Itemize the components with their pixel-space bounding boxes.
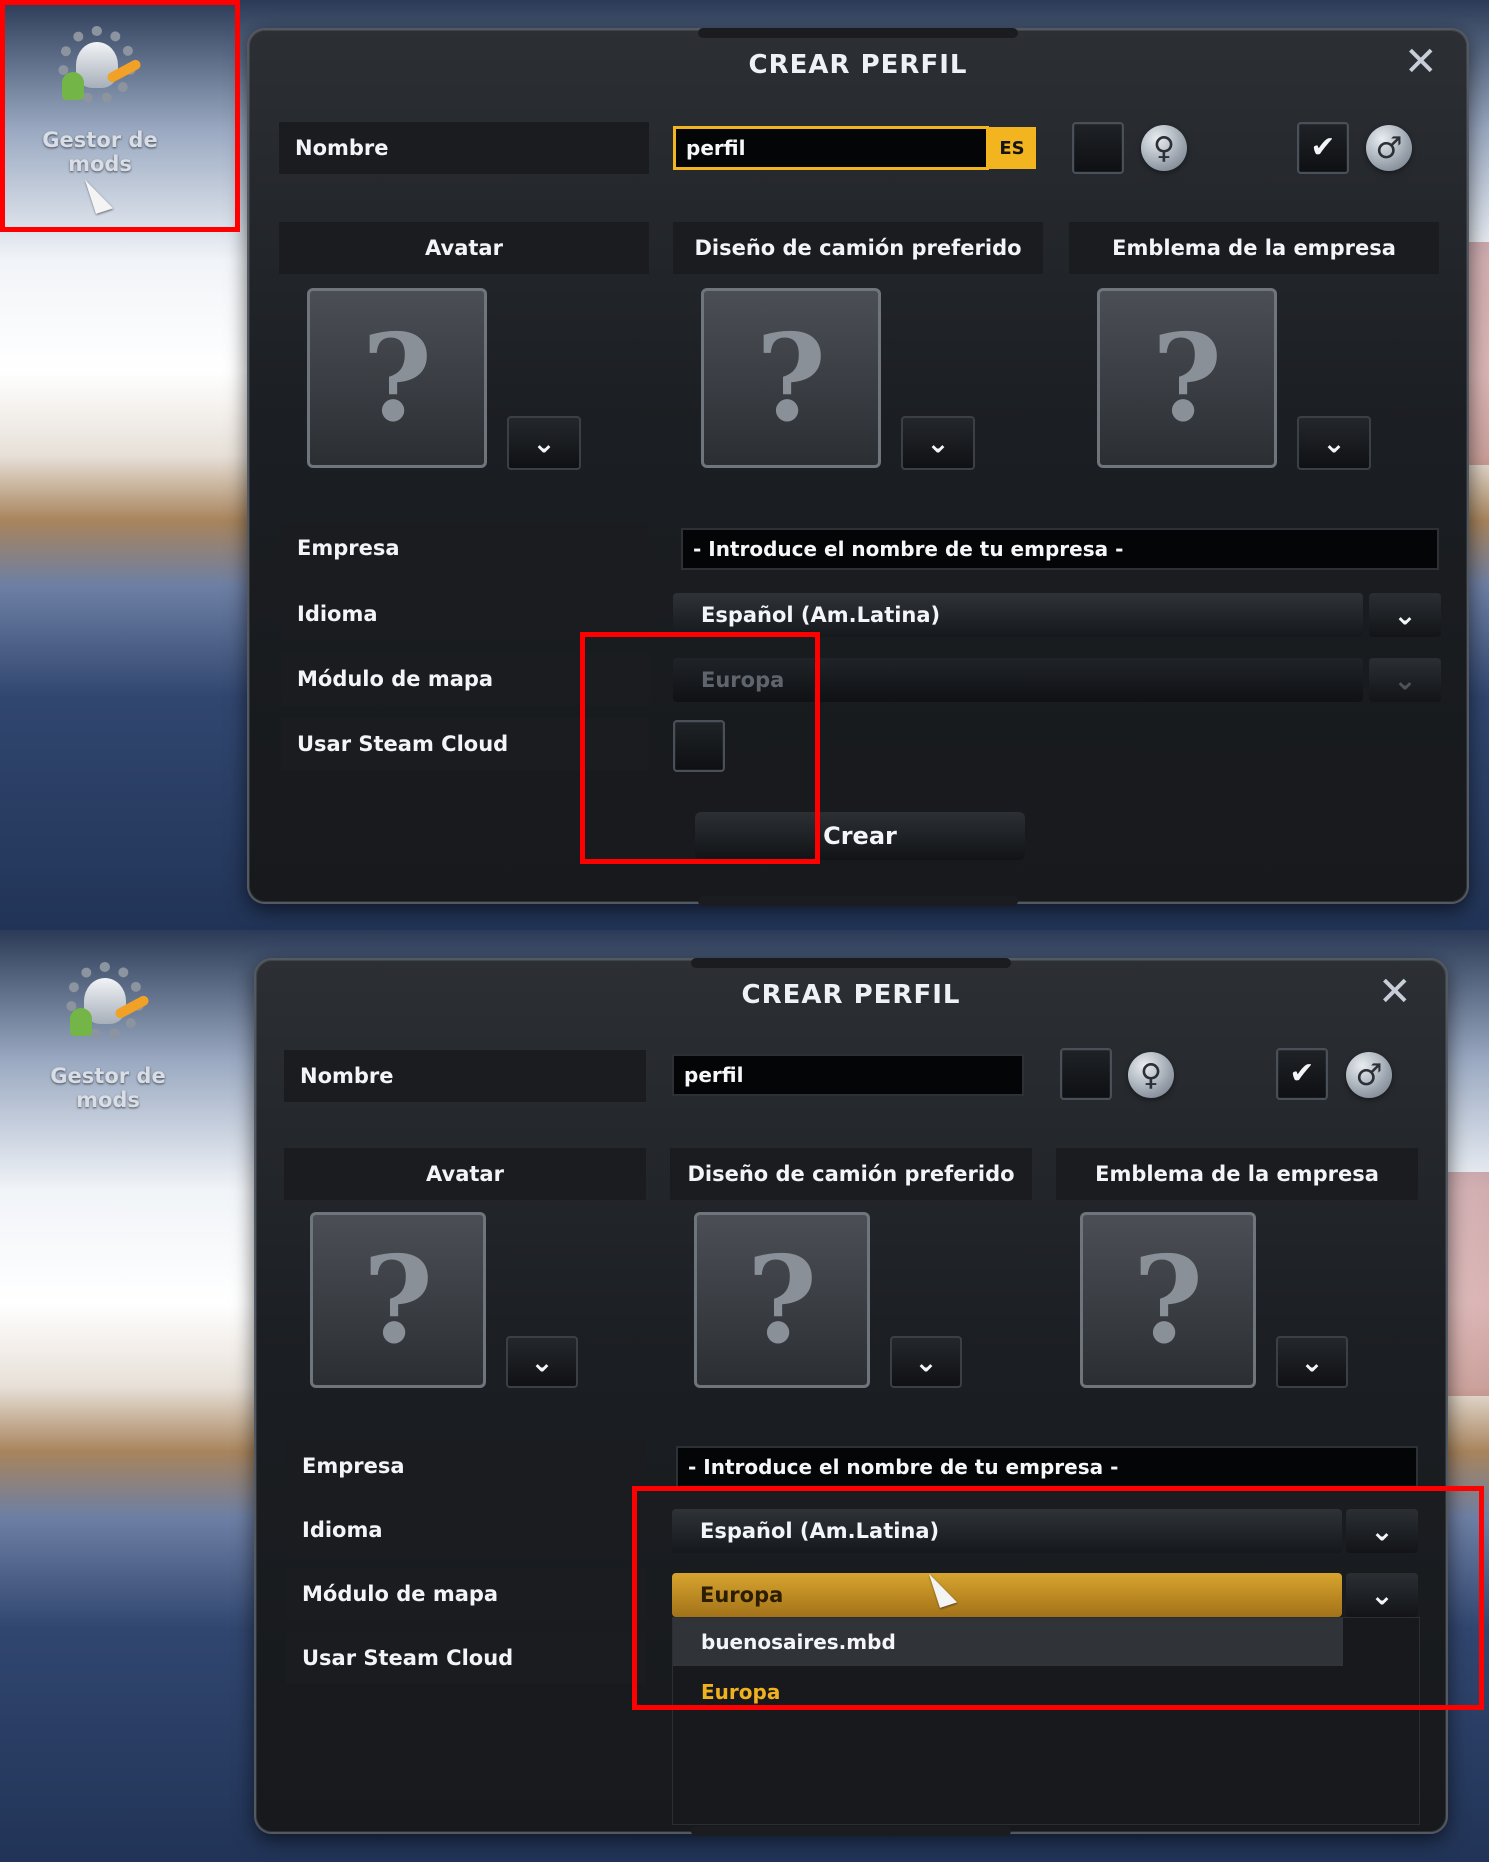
map-module-label: Módulo de mapa [286, 1568, 646, 1620]
create-button[interactable]: Crear [695, 812, 1025, 860]
truck-design-dropdown-button[interactable]: ⌄ [890, 1336, 962, 1388]
avatar-header: Avatar [279, 222, 649, 274]
chevron-down-icon: ⌄ [1370, 1578, 1394, 1612]
map-module-options: buenosaires.mbd Europa [672, 1617, 1420, 1825]
company-emblem-dropdown-button[interactable]: ⌄ [1276, 1336, 1348, 1388]
truck-design-header: Diseño de camión preferido [673, 222, 1043, 274]
male-checkbox[interactable] [1297, 122, 1349, 174]
dialog-bottom-grip [698, 896, 1018, 906]
mod-manager-launcher[interactable]: Gestor de mods [18, 958, 198, 1112]
dialog-title: CREAR PERFIL [741, 980, 961, 1010]
dialog-top-grip [698, 28, 1018, 38]
steam-cloud-label: Usar Steam Cloud [281, 718, 649, 770]
language-badge: ES [988, 127, 1036, 169]
mod-manager-launcher[interactable]: Gestor de mods [10, 22, 190, 176]
company-emblem-header: Emblema de la empresa [1069, 222, 1439, 274]
avatar-dropdown-button[interactable]: ⌄ [507, 416, 581, 470]
profile-name-input[interactable]: perfil [672, 1054, 1024, 1096]
female-checkbox[interactable] [1060, 1048, 1112, 1100]
mod-manager-icon [60, 958, 156, 1054]
avatar-dropdown-button[interactable]: ⌄ [506, 1336, 578, 1388]
leaf-icon [62, 72, 84, 100]
language-dropdown-arrow[interactable]: ⌄ [1369, 593, 1441, 637]
map-option-buenosaires[interactable]: buenosaires.mbd [673, 1618, 1343, 1666]
map-module-select[interactable]: Europa [672, 1573, 1342, 1617]
female-icon: ♀ [1128, 1052, 1174, 1098]
chevron-down-icon: ⌄ [1370, 1514, 1394, 1548]
truck-design-preview[interactable]: ? [701, 288, 881, 468]
company-emblem-preview[interactable]: ? [1097, 288, 1277, 468]
truck-design-dropdown-button[interactable]: ⌄ [901, 416, 975, 470]
language-label: Idioma [281, 588, 649, 640]
chevron-down-icon: ⌄ [1393, 663, 1417, 697]
map-module-dropdown-arrow[interactable]: ⌄ [1369, 658, 1441, 702]
top-screenshot-panel: Gestor de mods CREAR PERFIL ✕ Nombre per… [0, 0, 1489, 930]
map-module-label: Módulo de mapa [281, 653, 649, 705]
mod-manager-icon [52, 22, 148, 118]
dialog-title: CREAR PERFIL [748, 50, 968, 80]
language-select[interactable]: Español (Am.Latina) [672, 1509, 1342, 1553]
chevron-down-icon: ⌄ [530, 1345, 554, 1379]
dialog-top-grip [691, 958, 1011, 968]
chevron-down-icon: ⌄ [926, 426, 950, 460]
male-checkbox[interactable] [1276, 1048, 1328, 1100]
language-label: Idioma [286, 1504, 646, 1556]
steam-cloud-label: Usar Steam Cloud [286, 1632, 646, 1684]
name-label: Nombre [284, 1050, 646, 1102]
avatar-header: Avatar [284, 1148, 646, 1200]
avatar-preview[interactable]: ? [310, 1212, 486, 1388]
map-module-select[interactable]: Europa [673, 658, 1363, 702]
company-emblem-dropdown-button[interactable]: ⌄ [1297, 416, 1371, 470]
map-option-europa[interactable]: Europa [673, 1668, 1343, 1716]
female-checkbox[interactable] [1072, 122, 1124, 174]
create-profile-dialog: CREAR PERFIL ✕ Nombre perfil ♀ ♂ Avatar … [254, 958, 1448, 1836]
placeholder-question-icon: ? [755, 307, 827, 449]
placeholder-question-icon: ? [361, 307, 433, 449]
male-icon: ♂ [1366, 125, 1412, 171]
chevron-down-icon: ⌄ [532, 426, 556, 460]
avatar-preview[interactable]: ? [307, 288, 487, 468]
name-label: Nombre [279, 122, 649, 174]
company-label: Empresa [281, 522, 649, 574]
close-icon[interactable]: ✕ [1404, 42, 1438, 82]
placeholder-question-icon: ? [1151, 307, 1223, 449]
profile-name-input[interactable]: perfil [673, 126, 989, 170]
truck-design-header: Diseño de camión preferido [670, 1148, 1032, 1200]
placeholder-question-icon: ? [1132, 1229, 1204, 1371]
create-profile-dialog: CREAR PERFIL ✕ Nombre perfil ES ♀ ♂ Avat… [247, 28, 1469, 906]
dialog-bottom-grip [691, 1826, 1011, 1836]
female-icon: ♀ [1141, 125, 1187, 171]
steam-cloud-checkbox[interactable] [673, 720, 725, 772]
leaf-icon [70, 1008, 92, 1036]
chevron-down-icon: ⌄ [1393, 598, 1417, 632]
placeholder-question-icon: ? [362, 1229, 434, 1371]
language-select[interactable]: Español (Am.Latina) [673, 593, 1363, 637]
company-name-input[interactable]: - Introduce el nombre de tu empresa - [676, 1446, 1418, 1488]
language-dropdown-arrow[interactable]: ⌄ [1346, 1509, 1418, 1553]
mod-manager-label: Gestor de mods [42, 128, 158, 176]
map-module-dropdown-arrow[interactable]: ⌄ [1346, 1573, 1418, 1617]
bottom-screenshot-panel: Gestor de mods CREAR PERFIL ✕ Nombre per… [0, 930, 1489, 1862]
company-emblem-preview[interactable]: ? [1080, 1212, 1256, 1388]
chevron-down-icon: ⌄ [1300, 1345, 1324, 1379]
chevron-down-icon: ⌄ [914, 1345, 938, 1379]
company-name-input[interactable]: - Introduce el nombre de tu empresa - [681, 528, 1439, 570]
truck-design-preview[interactable]: ? [694, 1212, 870, 1388]
company-label: Empresa [286, 1440, 646, 1492]
placeholder-question-icon: ? [746, 1229, 818, 1371]
chevron-down-icon: ⌄ [1322, 426, 1346, 460]
company-emblem-header: Emblema de la empresa [1056, 1148, 1418, 1200]
mod-manager-label: Gestor de mods [50, 1064, 166, 1112]
close-icon[interactable]: ✕ [1378, 972, 1412, 1012]
male-icon: ♂ [1346, 1052, 1392, 1098]
